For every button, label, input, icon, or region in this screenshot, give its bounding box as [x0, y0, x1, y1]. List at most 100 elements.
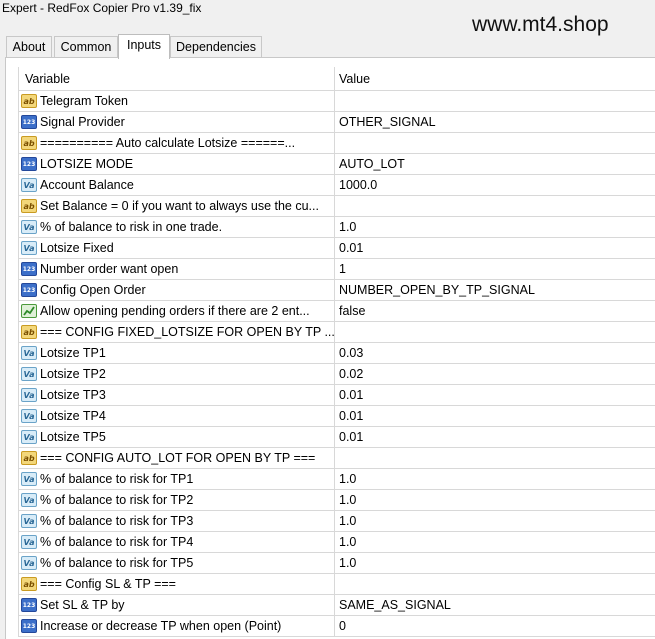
table-row[interactable]: 123 Set SL & TP by SAME_AS_SIGNAL: [18, 595, 655, 616]
column-header-variable[interactable]: Variable: [18, 67, 335, 91]
tab-inputs[interactable]: Inputs: [118, 34, 170, 59]
variable-cell[interactable]: Va Account Balance: [18, 175, 335, 196]
value-cell[interactable]: 1: [335, 259, 655, 280]
variable-cell[interactable]: Va% of balance to risk for TP3: [18, 511, 335, 532]
value-cell[interactable]: 0.03: [335, 343, 655, 364]
double-type-icon: Va: [21, 346, 37, 360]
column-header-value[interactable]: Value: [335, 67, 655, 91]
value-cell[interactable]: AUTO_LOT: [335, 154, 655, 175]
table-row[interactable]: ab Telegram Token: [18, 91, 655, 112]
value-cell[interactable]: 1.0: [335, 217, 655, 238]
table-row[interactable]: ab === CONFIG AUTO_LOT FOR OPEN BY TP ===: [18, 448, 655, 469]
value-cell[interactable]: [335, 574, 655, 595]
variable-cell[interactable]: 123 Signal Provider: [18, 112, 335, 133]
table-row[interactable]: Va% of balance to risk for TP4 1.0: [18, 532, 655, 553]
tab-dependencies[interactable]: Dependencies: [170, 36, 262, 58]
table-row[interactable]: Va% of balance to risk in one trade. 1.0: [18, 217, 655, 238]
variable-label: Lotsize TP4: [40, 409, 106, 423]
variable-cell[interactable]: ab Telegram Token: [18, 91, 335, 112]
variable-label: Account Balance: [40, 178, 134, 192]
value-cell[interactable]: [335, 91, 655, 112]
table-row[interactable]: Va Lotsize TP2 0.02: [18, 364, 655, 385]
variable-label: LOTSIZE MODE: [40, 157, 134, 171]
table-row[interactable]: Va% of balance to risk for TP3 1.0: [18, 511, 655, 532]
value-text: 0.01: [339, 409, 364, 423]
table-row[interactable]: Va% of balance to risk for TP2 1.0: [18, 490, 655, 511]
variable-cell[interactable]: Va% of balance to risk in one trade.: [18, 217, 335, 238]
variable-cell[interactable]: Va% of balance to risk for TP1: [18, 469, 335, 490]
double-type-icon: Va: [21, 220, 37, 234]
variable-cell[interactable]: Allow opening pending orders if there ar…: [18, 301, 335, 322]
value-cell[interactable]: 0.01: [335, 238, 655, 259]
table-row[interactable]: ab === CONFIG FIXED_LOTSIZE FOR OPEN BY T…: [18, 322, 655, 343]
variable-cell[interactable]: Va Lotsize TP1: [18, 343, 335, 364]
value-cell[interactable]: OTHER_SIGNAL: [335, 112, 655, 133]
table-row[interactable]: ab Set Balance = 0 if you want to always …: [18, 196, 655, 217]
table-row[interactable]: 123 Number order want open 1: [18, 259, 655, 280]
value-cell[interactable]: 1000.0: [335, 175, 655, 196]
value-text: SAME_AS_SIGNAL: [339, 598, 451, 612]
variable-cell[interactable]: Va Lotsize TP3: [18, 385, 335, 406]
table-row[interactable]: Va Account Balance 1000.0: [18, 175, 655, 196]
variable-cell[interactable]: 123 Increase or decrease TP when open (Po…: [18, 616, 335, 637]
table-row[interactable]: Va% of balance to risk for TP5 1.0: [18, 553, 655, 574]
variable-cell[interactable]: 123 Config Open Order: [18, 280, 335, 301]
variable-label: Lotsize TP3: [40, 388, 106, 402]
value-cell[interactable]: 1.0: [335, 469, 655, 490]
value-cell[interactable]: 1.0: [335, 490, 655, 511]
value-cell[interactable]: false: [335, 301, 655, 322]
table-row[interactable]: Allow opening pending orders if there ar…: [18, 301, 655, 322]
variable-label: Lotsize TP1: [40, 346, 106, 360]
value-cell[interactable]: [335, 448, 655, 469]
table-row[interactable]: Va Lotsize TP5 0.01: [18, 427, 655, 448]
double-type-icon: Va: [21, 430, 37, 444]
table-row[interactable]: 123 Signal Provider OTHER_SIGNAL: [18, 112, 655, 133]
variable-cell[interactable]: ab === CONFIG FIXED_LOTSIZE FOR OPEN BY T…: [18, 322, 335, 343]
variable-cell[interactable]: ab === CONFIG AUTO_LOT FOR OPEN BY TP ===: [18, 448, 335, 469]
value-cell[interactable]: 1.0: [335, 553, 655, 574]
variable-cell[interactable]: 123 Number order want open: [18, 259, 335, 280]
variable-cell[interactable]: Va% of balance to risk for TP4: [18, 532, 335, 553]
table-row[interactable]: 123 Config Open Order NUMBER_OPEN_BY_TP_SI…: [18, 280, 655, 301]
variable-cell[interactable]: Va% of balance to risk for TP5: [18, 553, 335, 574]
table-row[interactable]: Va Lotsize TP4 0.01: [18, 406, 655, 427]
variable-cell[interactable]: Va% of balance to risk for TP2: [18, 490, 335, 511]
table-row[interactable]: Va Lotsize Fixed 0.01: [18, 238, 655, 259]
variable-cell[interactable]: 123 Set SL & TP by: [18, 595, 335, 616]
value-cell[interactable]: NUMBER_OPEN_BY_TP_SIGNAL: [335, 280, 655, 301]
variable-cell[interactable]: Va Lotsize TP4: [18, 406, 335, 427]
variable-cell[interactable]: ab Set Balance = 0 if you want to always …: [18, 196, 335, 217]
value-cell[interactable]: [335, 322, 655, 343]
value-cell[interactable]: SAME_AS_SIGNAL: [335, 595, 655, 616]
table-row[interactable]: ab === Config SL & TP ===: [18, 574, 655, 595]
table-row[interactable]: Va% of balance to risk for TP1 1.0: [18, 469, 655, 490]
table-row[interactable]: ab ========== Auto calculate Lotsize ====…: [18, 133, 655, 154]
variable-cell[interactable]: ab ========== Auto calculate Lotsize ====…: [18, 133, 335, 154]
variable-cell[interactable]: 123 LOTSIZE MODE: [18, 154, 335, 175]
table-row[interactable]: Va Lotsize TP1 0.03: [18, 343, 655, 364]
table-row[interactable]: 123 LOTSIZE MODE AUTO_LOT: [18, 154, 655, 175]
table-row[interactable]: Va Lotsize TP3 0.01: [18, 385, 655, 406]
double-type-icon: Va: [21, 493, 37, 507]
variable-label: Set SL & TP by: [40, 598, 125, 612]
variable-cell[interactable]: Va Lotsize Fixed: [18, 238, 335, 259]
value-cell[interactable]: 0.01: [335, 406, 655, 427]
value-cell[interactable]: 0: [335, 616, 655, 637]
table-row[interactable]: 123 Increase or decrease TP when open (Po…: [18, 616, 655, 637]
value-cell[interactable]: 0.01: [335, 385, 655, 406]
watermark-text: www.mt4.shop: [472, 13, 609, 36]
value-cell[interactable]: 1.0: [335, 511, 655, 532]
variable-cell[interactable]: Va Lotsize TP5: [18, 427, 335, 448]
tab-about[interactable]: About: [6, 36, 52, 58]
grid-rows: ab Telegram Token 123 Signal Provider OTHER_…: [18, 91, 655, 637]
value-cell[interactable]: 0.01: [335, 427, 655, 448]
value-cell[interactable]: 0.02: [335, 364, 655, 385]
tab-common[interactable]: Common: [54, 36, 118, 58]
variable-cell[interactable]: Va Lotsize TP2: [18, 364, 335, 385]
string-type-icon: ab: [21, 577, 37, 591]
value-cell[interactable]: 1.0: [335, 532, 655, 553]
value-cell[interactable]: [335, 196, 655, 217]
variable-cell[interactable]: ab === Config SL & TP ===: [18, 574, 335, 595]
double-type-icon: Va: [21, 556, 37, 570]
value-cell[interactable]: [335, 133, 655, 154]
